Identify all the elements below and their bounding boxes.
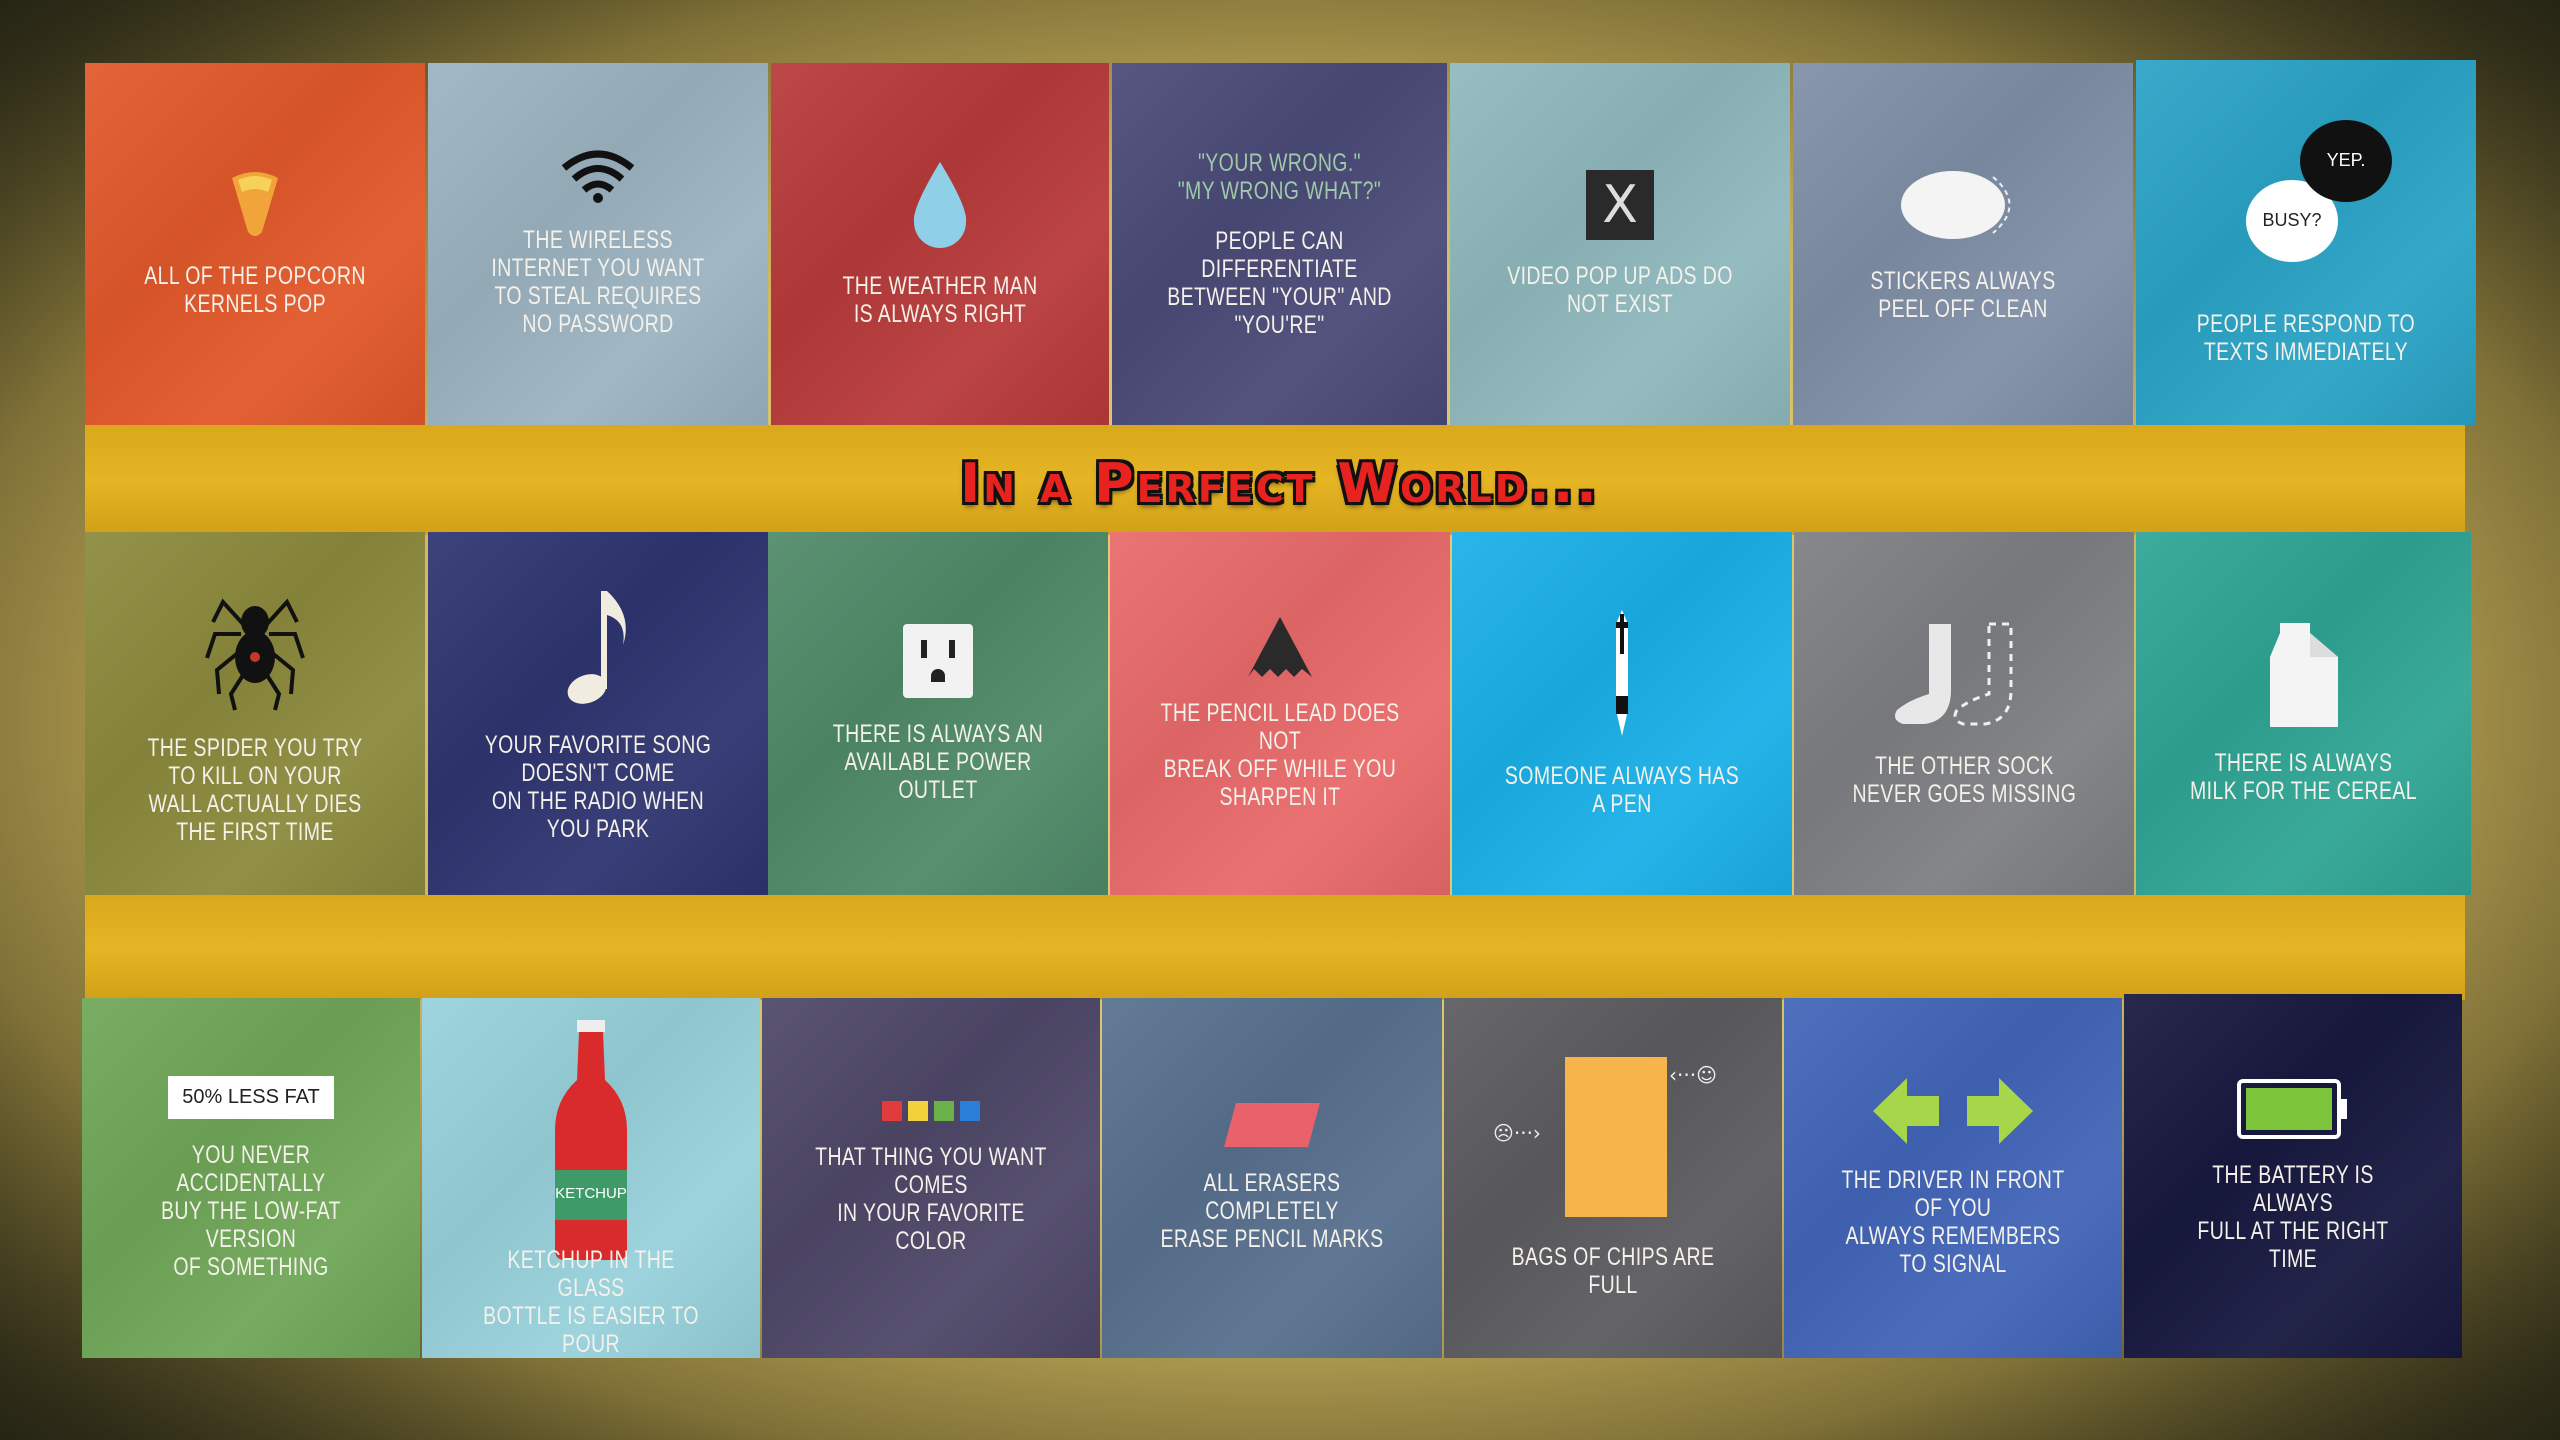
tile-caption: That thing you want comes in your favori… bbox=[815, 1143, 1047, 1255]
socks-icon bbox=[1889, 620, 2039, 730]
tile-stickers: Stickers always peel off clean bbox=[1793, 63, 2133, 425]
tile-caption: The weather man is always right bbox=[842, 272, 1038, 328]
tile-caption: The pencil lead does not break off while… bbox=[1160, 698, 1400, 811]
quote-text: "Your wrong." "My wrong what?" bbox=[1177, 149, 1382, 205]
bubble-busy: Busy? bbox=[2262, 210, 2322, 230]
label-icon: 50% less fat bbox=[168, 1075, 334, 1119]
turn-signal-icon bbox=[1873, 1078, 2033, 1144]
tile-low-fat: 50% less fat You never accidentally buy … bbox=[82, 998, 420, 1358]
tile-popup-ads: X Video pop up ads do not exist bbox=[1450, 63, 1790, 425]
ketchup-label: Ketchup bbox=[555, 1185, 627, 1202]
tile-wifi: The wireless internet you want to steal … bbox=[428, 63, 768, 425]
tile-color: That thing you want comes in your favori… bbox=[762, 998, 1100, 1358]
tile-outlet: There is always an available power outle… bbox=[768, 532, 1108, 895]
close-x-icon: X bbox=[1586, 170, 1654, 240]
tile-battery: The battery is always full at the right … bbox=[2124, 994, 2462, 1358]
ketchup-bottle-icon: Ketchup bbox=[551, 1020, 631, 1260]
tile-caption: People can differentiate between "your" … bbox=[1167, 227, 1392, 339]
milk-carton-icon bbox=[2268, 622, 2340, 727]
swatch-red bbox=[882, 1101, 902, 1121]
pencil-tip-icon bbox=[1248, 616, 1312, 677]
music-note-icon bbox=[563, 585, 633, 709]
happy-face-arrow: ‹···☺ bbox=[1669, 1063, 1717, 1087]
page-title: In a Perfect World... bbox=[960, 452, 1600, 515]
swatch-yellow bbox=[908, 1101, 928, 1121]
chip-bag bbox=[1565, 1057, 1667, 1217]
tile-ketchup: Ketchup Ketchup in the glass bottle is e… bbox=[422, 998, 760, 1358]
sticker-icon bbox=[1898, 165, 2028, 245]
water-drop-icon bbox=[910, 160, 970, 250]
spider-icon bbox=[205, 582, 305, 712]
tile-caption: Someone always has a pen bbox=[1504, 761, 1740, 818]
tile-caption: Ketchup in the glass bottle is easier to… bbox=[483, 1246, 699, 1358]
popcorn-kernel-icon bbox=[228, 170, 282, 240]
tile-signal: The driver in front of you always rememb… bbox=[1784, 998, 2122, 1358]
tile-caption: The spider you try to kill on your wall … bbox=[147, 733, 363, 846]
tile-socks: The other sock never goes missing bbox=[1794, 532, 2134, 895]
tile-song: Your favorite song doesn't come on the r… bbox=[428, 532, 768, 895]
eraser-icon bbox=[1224, 1103, 1320, 1147]
tile-caption: You never accidentally buy the low-fat v… bbox=[161, 1140, 341, 1281]
tile-caption: Stickers always peel off clean bbox=[1870, 267, 2056, 323]
tile-chips: ☹···› ‹···☺ Bags of chips are full bbox=[1444, 998, 1782, 1358]
tile-pen: Someone always has a pen bbox=[1452, 532, 1792, 895]
middle-band bbox=[85, 895, 2465, 1000]
tile-eraser: All erasers completely erase pencil mark… bbox=[1102, 998, 1442, 1358]
tile-popcorn: All of the popcorn kernels pop bbox=[85, 63, 425, 425]
speech-bubbles-icon: Busy? Yep. bbox=[2226, 119, 2392, 280]
tile-caption: There is always an available power outle… bbox=[832, 719, 1044, 804]
power-outlet-icon bbox=[903, 623, 973, 698]
tile-caption: The other sock never goes missing bbox=[1852, 751, 2076, 808]
tile-milk: There is always milk for the cereal bbox=[2136, 532, 2471, 895]
tile-caption: The battery is always full at the right … bbox=[2197, 1161, 2389, 1273]
battery-icon bbox=[2237, 1079, 2349, 1139]
color-swatches-icon bbox=[882, 1101, 980, 1121]
tile-caption: All erasers completely erase pencil mark… bbox=[1160, 1169, 1384, 1253]
tile-caption: People respond to texts immediately bbox=[2196, 309, 2416, 366]
tile-caption: The wireless internet you want to steal … bbox=[491, 226, 705, 338]
bubble-yep: Yep. bbox=[2326, 150, 2366, 170]
tile-caption: Your favorite song doesn't come on the r… bbox=[484, 730, 712, 843]
tile-pencil: The pencil lead does not break off while… bbox=[1110, 532, 1450, 895]
close-x-label: X bbox=[1602, 175, 1638, 235]
tile-caption: There is always milk for the cereal bbox=[2189, 748, 2418, 805]
wifi-icon bbox=[560, 150, 636, 204]
tile-caption: The driver in front of you always rememb… bbox=[1841, 1166, 2065, 1278]
tile-texts: Busy? Yep. People respond to texts immed… bbox=[2136, 60, 2476, 425]
pen-icon bbox=[1612, 609, 1632, 740]
tile-spider: The spider you try to kill on your wall … bbox=[85, 532, 425, 895]
chip-bag-icon: ☹···› ‹···☺ bbox=[1493, 1057, 1733, 1221]
tile-caption: All of the popcorn kernels pop bbox=[144, 262, 366, 318]
tile-grammar: "Your wrong." "My wrong what?" People ca… bbox=[1112, 63, 1447, 425]
low-fat-label: 50% less fat bbox=[168, 1075, 334, 1119]
swatch-green bbox=[934, 1101, 954, 1121]
tile-weather: The weather man is always right bbox=[771, 63, 1109, 425]
tile-caption: Video pop up ads do not exist bbox=[1507, 262, 1733, 318]
swatch-blue bbox=[960, 1101, 980, 1121]
tile-caption: Bags of chips are full bbox=[1511, 1243, 1715, 1299]
sad-face-arrow: ☹···› bbox=[1493, 1121, 1541, 1145]
